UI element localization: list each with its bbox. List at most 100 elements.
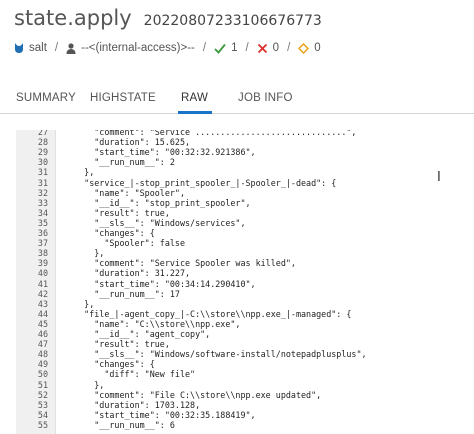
line-number: 48	[37, 349, 48, 360]
code-line: 31 "service_|-stop_print_spooler_|-Spool…	[16, 178, 474, 188]
salt-icon	[14, 42, 24, 54]
warning-count: 0	[314, 42, 321, 54]
line-number: 43	[37, 298, 48, 309]
tab-raw[interactable]: RAW	[181, 92, 208, 104]
code-line: 34 "result": true,	[16, 208, 474, 218]
line-number: 36	[37, 228, 48, 238]
code-line: 44 "file_|-agent_copy_|-C:\\store\\npp.e…	[16, 309, 474, 319]
code-line: 43 },	[16, 299, 474, 309]
target-label: salt	[29, 42, 47, 54]
separator: /	[54, 42, 59, 54]
code-line: 33 "__id__": "stop_print_spooler",	[16, 198, 474, 208]
line-text: },	[64, 379, 105, 390]
active-tab-indicator	[178, 111, 212, 114]
line-number: 55	[37, 419, 48, 430]
line-text: "duration": 15.625,	[64, 137, 191, 148]
line-number: 44	[37, 308, 48, 319]
target-group: salt	[14, 42, 47, 54]
success-group: 1	[214, 42, 237, 54]
line-number: 33	[37, 197, 48, 208]
code-line: 55 "__run_num__": 6	[16, 420, 474, 430]
warning-diamond-icon	[298, 42, 310, 54]
code-line: 37 "Spooler": false	[16, 238, 474, 248]
code-line: 39 "comment": "Service Spooler was kille…	[16, 258, 474, 268]
line-text: "start_time": "00:34:14.290410",	[64, 278, 256, 289]
line-number: 35	[37, 217, 48, 228]
line-number: 47	[37, 339, 48, 350]
line-text: },	[64, 298, 95, 309]
line-text: },	[64, 167, 95, 178]
job-meta-row: salt / --<(internal-access)>-- / 1 / 0 /…	[14, 42, 321, 54]
line-number: 52	[37, 389, 48, 400]
code-line: 53 "duration": 1703.128,	[16, 400, 474, 410]
tab-job-info[interactable]: JOB INFO	[238, 92, 293, 104]
line-text: "__sls__": "Windows/software-install/not…	[64, 349, 367, 360]
line-number: 29	[37, 147, 48, 158]
line-text: "start_time": "00:32:35.188419",	[64, 409, 256, 420]
line-text: "result": true,	[64, 339, 170, 350]
line-text: "__id__": "agent_copy",	[64, 329, 211, 339]
line-text: "Spooler": false	[64, 238, 186, 249]
code-line: 41 "start_time": "00:34:14.290410",	[16, 279, 474, 289]
code-line: 52 "comment": "File C:\\store\\npp.exe u…	[16, 390, 474, 400]
line-number: 27	[37, 130, 48, 137]
line-text: "comment": "Service Spooler was killed",	[64, 258, 296, 269]
text-cursor-icon: I	[437, 170, 441, 185]
code-line: 51 },	[16, 380, 474, 390]
line-number: 46	[37, 329, 48, 339]
code-line: 38 },	[16, 248, 474, 258]
page-title: state.apply	[14, 6, 132, 30]
line-text: "duration": 1703.128,	[64, 399, 201, 410]
line-text: "name": "Spooler",	[64, 187, 186, 198]
user-icon	[66, 42, 76, 54]
line-number: 42	[37, 288, 48, 299]
user-label: --<(internal-access)>--	[81, 42, 195, 54]
line-text: "changes": {	[64, 359, 155, 370]
line-number: 49	[37, 359, 48, 370]
success-count: 1	[231, 42, 238, 54]
raw-output-viewer[interactable]: 27 "comment": "Service .................…	[16, 130, 474, 434]
separator: /	[287, 42, 291, 54]
check-icon	[214, 43, 226, 54]
code-line: 30 "__run_num__": 2	[16, 157, 474, 167]
line-text: "__sls__": "Windows/services",	[64, 217, 246, 228]
user-group: --<(internal-access)>--	[66, 42, 195, 54]
line-number: 31	[37, 167, 48, 178]
code-line: 42 "__run_num__": 17	[16, 289, 474, 299]
line-number: 45	[37, 318, 48, 329]
line-number: 38	[37, 248, 48, 259]
line-number: 30	[37, 157, 48, 168]
line-text: "changes": {	[64, 228, 155, 238]
code-line: 32 "name": "Spooler",	[16, 188, 474, 198]
code-line: 28 "duration": 15.625,	[16, 137, 474, 147]
tab-bar: SUMMARY HIGHSTATE RAW JOB INFO	[0, 84, 474, 114]
line-number: 34	[37, 207, 48, 218]
line-text: "start_time": "00:32:32.921386",	[64, 147, 256, 158]
line-text: "file_|-agent_copy_|-C:\\store\\npp.exe_…	[64, 308, 352, 319]
line-number: 31	[37, 177, 48, 188]
line-text: "service_|-stop_print_spooler_|-Spooler_…	[64, 177, 337, 188]
tab-summary[interactable]: SUMMARY	[16, 92, 76, 104]
code-line: 54 "start_time": "00:32:35.188419",	[16, 410, 474, 420]
line-number: 53	[37, 399, 48, 410]
code-line: 40 "duration": 31.227,	[16, 268, 474, 278]
line-text: "name": "C:\\store\\npp.exe",	[64, 318, 241, 329]
job-header: state.apply 20220807233106676773 salt / …	[0, 0, 474, 130]
line-text: "duration": 31.227,	[64, 268, 191, 279]
code-line: 47 "result": true,	[16, 339, 474, 349]
warning-group: 0	[298, 42, 321, 54]
line-text: "__id__": "stop_print_spooler",	[64, 197, 251, 208]
tab-highstate[interactable]: HIGHSTATE	[90, 92, 156, 104]
line-text: },	[64, 248, 105, 259]
line-number: 39	[37, 258, 48, 269]
code-line: 48 "__sls__": "Windows/software-install/…	[16, 349, 474, 359]
code-line: 35 "__sls__": "Windows/services",	[16, 218, 474, 228]
line-number: 50	[37, 369, 48, 380]
line-number: 54	[37, 409, 48, 420]
separator: /	[245, 42, 249, 54]
line-text: "diff": "New file"	[64, 369, 196, 380]
code-line: 36 "changes": {	[16, 228, 474, 238]
line-text: "__run_num__": 17	[64, 288, 180, 299]
job-id: 20220807233106676773	[143, 13, 322, 29]
line-number: 40	[37, 268, 48, 279]
